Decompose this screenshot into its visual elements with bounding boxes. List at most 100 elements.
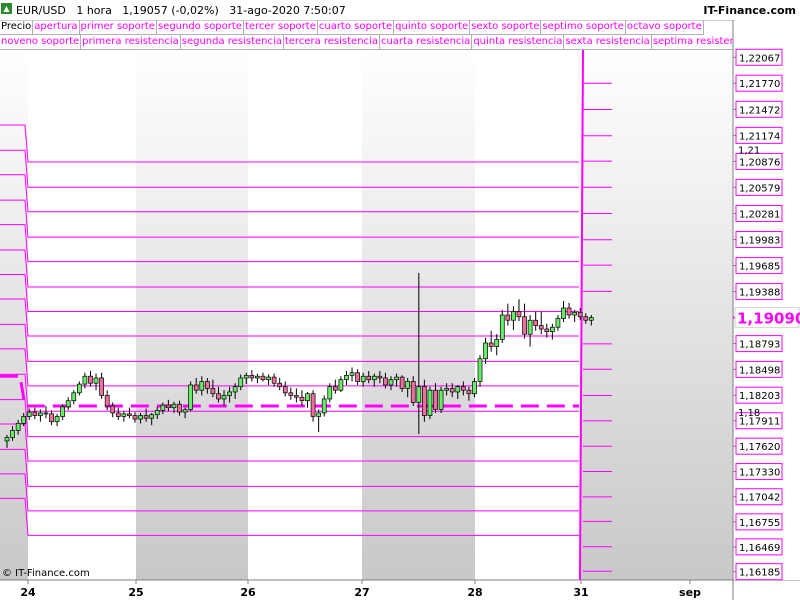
candle-body[interactable] [277,382,283,388]
candle-body[interactable] [266,376,271,381]
candle-body[interactable] [533,319,539,326]
candle-body[interactable] [154,409,160,416]
candle-body[interactable] [138,415,143,420]
candle-body[interactable] [410,381,416,403]
candle-body[interactable] [483,342,488,360]
candle-body[interactable] [60,406,66,417]
candle-body[interactable] [32,411,38,416]
candle-body[interactable] [477,358,483,382]
candle-body[interactable] [449,388,455,393]
candle-body[interactable] [427,389,433,416]
candle-body[interactable] [160,404,166,411]
candle-body[interactable] [472,381,477,395]
candle-body[interactable] [199,381,205,391]
candle-body[interactable] [561,307,566,319]
candle-body[interactable] [260,375,266,381]
candle-body[interactable] [399,376,405,389]
candle-body[interactable] [466,389,472,395]
candle-body[interactable] [305,393,310,402]
candle-body[interactable] [550,326,555,332]
candle-body[interactable] [383,377,388,386]
candle-body[interactable] [15,423,21,431]
candle-body[interactable] [288,392,294,396]
candle-body[interactable] [82,375,88,385]
candle-body[interactable] [416,386,422,403]
candle-body[interactable] [282,386,288,394]
candle-body[interactable] [99,377,104,396]
candle-body[interactable] [460,386,466,391]
candle-body[interactable] [388,379,394,386]
candle-body[interactable] [527,319,533,335]
candle-body[interactable] [377,375,383,379]
candle-body[interactable] [88,375,93,384]
candle-body[interactable] [316,412,321,417]
candle-body[interactable] [405,381,411,389]
candle-body[interactable] [294,395,299,398]
candle-body[interactable] [127,413,132,416]
candle-body[interactable] [577,312,583,318]
candle-body[interactable] [332,386,338,391]
candle-body[interactable] [438,389,444,410]
candle-body[interactable] [54,416,60,423]
candle-body[interactable] [344,374,349,381]
candle-body[interactable] [182,409,188,413]
candle-body[interactable] [444,388,449,391]
candle-body[interactable] [538,325,544,330]
candle-body[interactable] [121,413,127,417]
candle-body[interactable] [511,311,516,321]
candle-body[interactable] [210,388,216,395]
candle-body[interactable] [38,412,43,416]
candle-body[interactable] [566,307,572,316]
candle-body[interactable] [232,386,238,393]
candle-body[interactable] [227,391,232,396]
candle-body[interactable] [310,393,316,417]
candle-body[interactable] [76,383,82,394]
candle-body[interactable] [71,392,77,402]
candle-body[interactable] [10,430,15,438]
candle-body[interactable] [371,375,377,381]
candle-body[interactable] [499,314,505,340]
candle-body[interactable] [193,384,199,391]
candle-body[interactable] [505,314,511,321]
candle-body[interactable] [132,415,138,420]
candle-body[interactable] [171,403,177,409]
candle-body[interactable] [21,416,27,424]
candle-body[interactable] [555,318,561,328]
candle-body[interactable] [110,405,116,414]
candle-body[interactable] [149,414,155,419]
candle-body[interactable] [338,379,344,391]
price-chart[interactable]: 1,22067 1,21770 1,21472 1,21174 1,20876 1,205… [0,0,800,600]
candle-body[interactable] [433,389,438,410]
candle-body[interactable] [455,386,461,393]
candle-body[interactable] [93,377,99,384]
candle-body[interactable] [243,374,249,379]
candle-body[interactable] [321,398,327,414]
candle-body[interactable] [216,393,221,400]
candle-body[interactable] [271,376,277,384]
candle-body[interactable] [494,339,500,347]
candle-body[interactable] [143,415,149,419]
candle-body[interactable] [583,316,589,321]
candle-body[interactable] [238,377,244,388]
candle-body[interactable] [26,411,32,417]
candle-body[interactable] [327,386,333,400]
candle-body[interactable] [204,381,210,389]
candle-body[interactable] [43,412,49,415]
candle-body[interactable] [588,317,594,321]
candle-body[interactable] [4,437,10,442]
candle-body[interactable] [349,372,355,376]
candle-body[interactable] [394,376,399,381]
candle-body[interactable] [255,375,260,379]
candle-body[interactable] [544,328,550,332]
candle-body[interactable] [360,375,366,382]
candle-body[interactable] [355,372,360,382]
candle-body[interactable] [422,386,427,416]
candle-body[interactable] [188,384,193,410]
candle-body[interactable] [572,312,577,316]
candle-body[interactable] [299,396,305,402]
candle-body[interactable] [488,342,494,347]
candle-body[interactable] [516,311,522,318]
candle-body[interactable] [221,395,227,400]
candle-body[interactable] [65,400,71,408]
candle-body[interactable] [104,395,110,407]
